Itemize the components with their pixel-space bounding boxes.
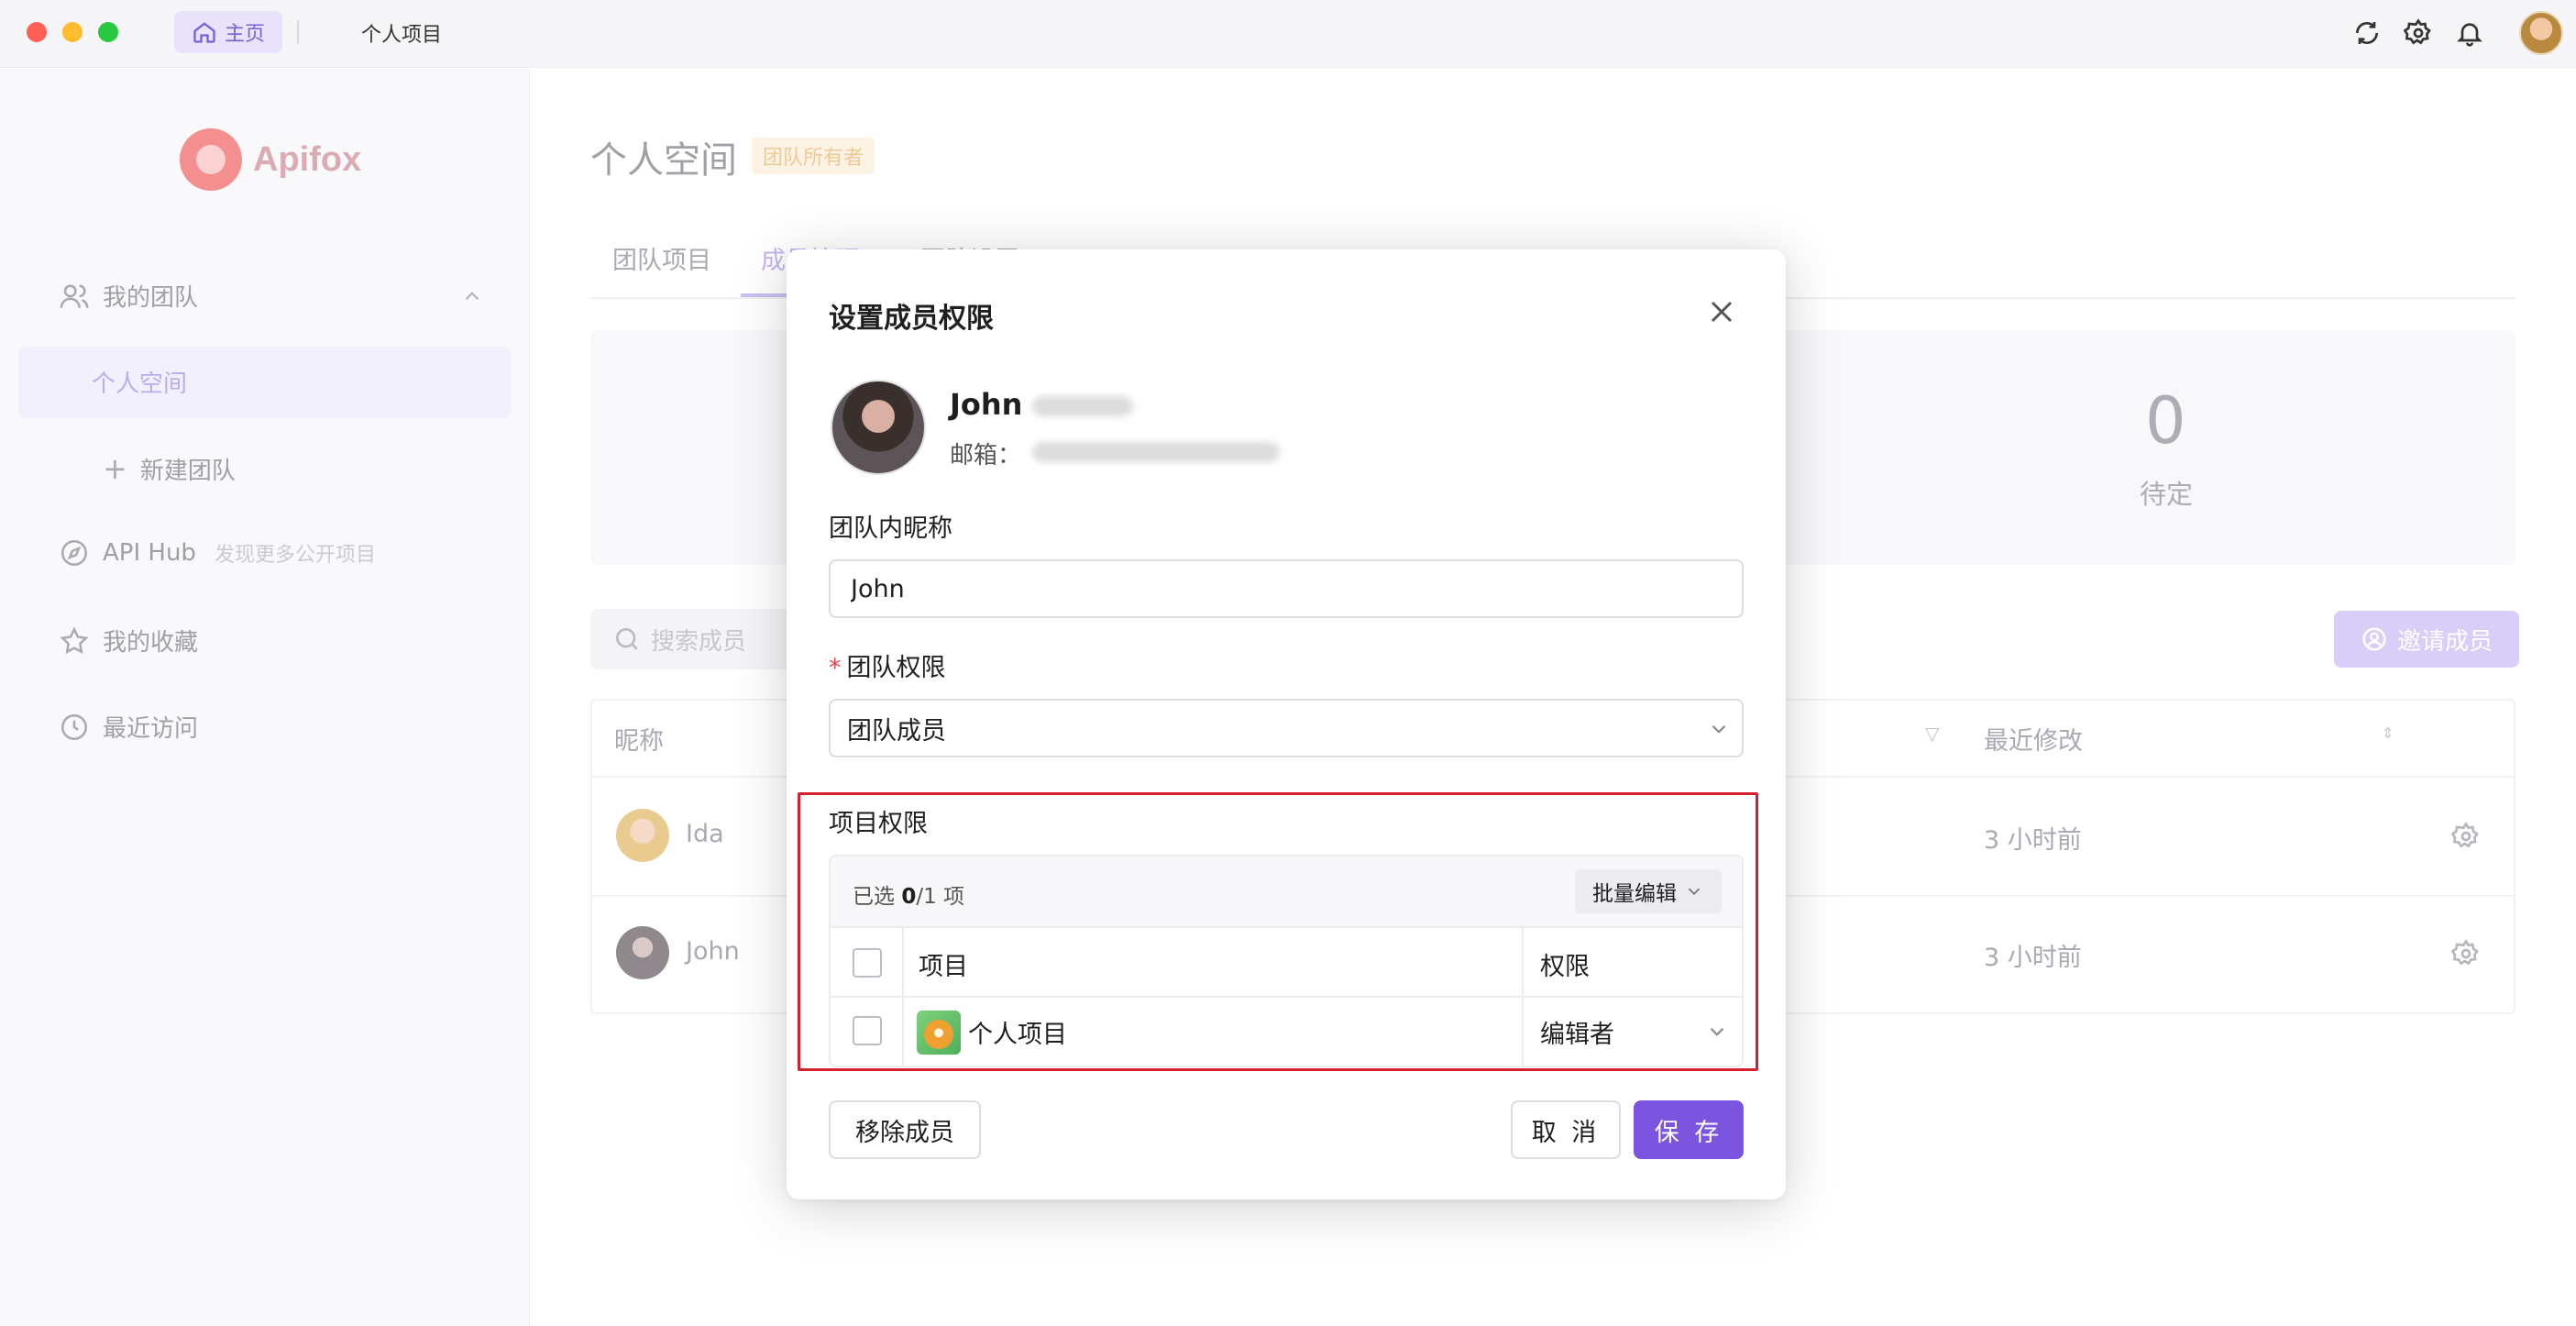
save-button[interactable]: 保 存: [1634, 1100, 1744, 1159]
project-tab[interactable]: 个人项目: [361, 18, 442, 48]
column-header-permission: 权限: [1540, 953, 1590, 981]
team-permission-label: * 团队权限: [829, 647, 946, 683]
home-tab[interactable]: 主页: [174, 11, 282, 53]
column-header-project: 项目: [919, 953, 968, 981]
project-name: 个人项目: [968, 1021, 1067, 1049]
team-permission-label-text: 团队权限: [846, 654, 946, 682]
member-permission-dialog: 设置成员权限 John 邮箱： 团队内昵称 *团队权限 团队成员 项目权限 已选…: [787, 249, 1786, 1199]
bell-icon[interactable]: [2455, 18, 2484, 48]
redacted-email: [1032, 442, 1280, 462]
home-icon: [193, 22, 215, 43]
column-divider: [1522, 928, 1524, 998]
member-avatar: [831, 380, 926, 475]
column-divider: [902, 998, 904, 1066]
chevron-down-icon: [1705, 1020, 1729, 1044]
chevron-down-icon: [1688, 888, 1701, 896]
home-tab-label: 主页: [224, 23, 265, 46]
titlebar-divider: [297, 20, 299, 44]
column-divider: [1522, 998, 1524, 1066]
member-name: John: [950, 387, 1023, 422]
project-permission-label: 项目权限: [829, 810, 928, 838]
chevron-down-icon: [1707, 717, 1731, 741]
project-icon: [917, 1011, 961, 1055]
team-permission-select[interactable]: 团队成员: [829, 699, 1744, 757]
sync-icon[interactable]: [2352, 18, 2382, 48]
close-icon[interactable]: [1703, 293, 1740, 330]
project-permission-table: 已选 0/1 项 批量编辑 项目 权限 个人项目 编辑者: [829, 855, 1744, 1067]
table-header: 项目 权限: [831, 928, 1742, 998]
user-avatar[interactable]: [2519, 11, 2563, 55]
row-checkbox[interactable]: [853, 1016, 882, 1045]
table-row: 个人项目 编辑者: [831, 998, 1742, 1066]
dialog-title: 设置成员权限: [829, 303, 994, 335]
remove-member-button[interactable]: 移除成员: [829, 1100, 981, 1159]
gear-icon[interactable]: [2403, 18, 2433, 48]
batch-edit-button[interactable]: 批量编辑: [1575, 869, 1722, 913]
column-divider: [902, 928, 904, 998]
selected-suffix: /1 项: [916, 885, 965, 909]
maximize-window-button[interactable]: [98, 22, 118, 42]
selected-count: 已选 0/1 项: [853, 878, 964, 910]
batch-edit-label: 批量编辑: [1592, 882, 1677, 906]
team-permission-value: 团队成员: [847, 716, 946, 746]
email-label: 邮箱：: [950, 442, 1022, 470]
permission-select[interactable]: 编辑者: [1540, 1014, 1614, 1050]
selected-prefix: 已选: [853, 885, 902, 909]
close-window-button[interactable]: [27, 22, 47, 42]
title-bar: 主页 个人项目: [0, 0, 2576, 68]
cancel-button[interactable]: 取 消: [1511, 1100, 1621, 1159]
nickname-input[interactable]: [829, 559, 1744, 618]
selected-number: 0: [901, 885, 917, 909]
select-all-checkbox[interactable]: [853, 948, 882, 978]
selection-toolbar: 已选 0/1 项 批量编辑: [831, 856, 1742, 928]
redacted-text: [1032, 396, 1133, 416]
nickname-label: 团队内昵称: [829, 514, 952, 543]
minimize-window-button[interactable]: [62, 22, 83, 42]
required-mark: *: [829, 654, 842, 682]
